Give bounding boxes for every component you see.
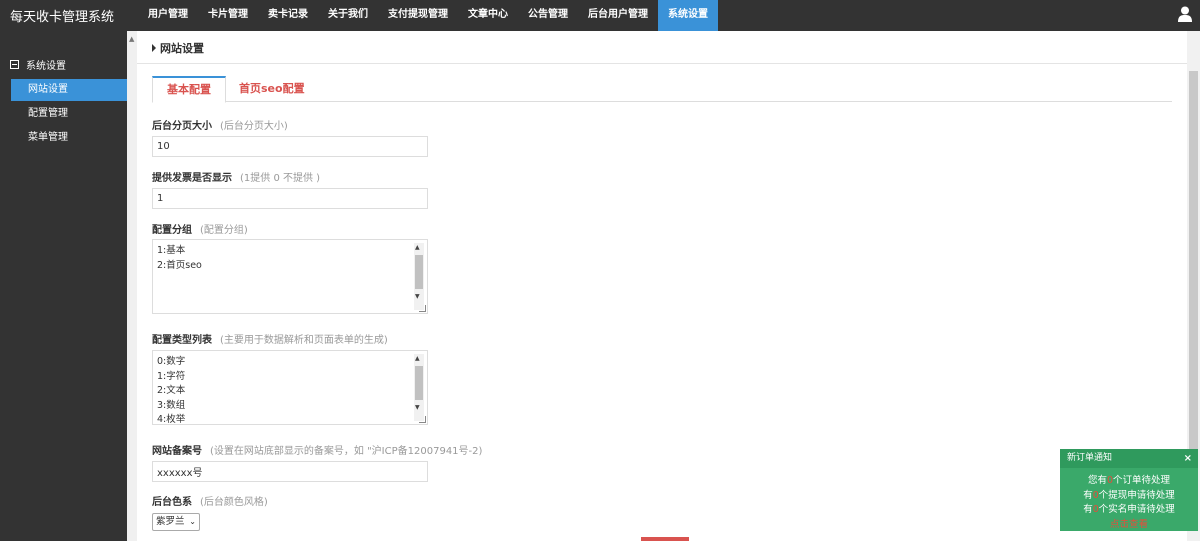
nav-item-articles[interactable]: 文章中心 [458,0,518,31]
nav-item-about[interactable]: 关于我们 [318,0,378,31]
view-link[interactable]: 点击查看 [1060,518,1198,533]
scroll-up-icon[interactable]: ▲ [415,244,420,251]
notification-body: 您有0个订单待处理 有0个提现申请待处理 有0个实名申请待处理 点击查看 [1060,468,1198,532]
nav-item-admin-users[interactable]: 后台用户管理 [578,0,658,31]
label-hint: (配置分组) [200,225,248,236]
order-notification: 新订单通知 × 您有0个订单待处理 有0个提现申请待处理 有0个实名申请待处理 … [1060,449,1198,531]
tab-seo-config[interactable]: 首页seo配置 [225,76,319,103]
field-label-theme: 后台色系 (后台颜色风格) [152,493,268,508]
scroll-thumb[interactable] [1189,71,1198,481]
config-types-textarea[interactable]: 0:数字 1:字符 2:文本 3:数组 4:枚举 ▲ ▼ [152,350,428,425]
scroll-thumb[interactable] [415,366,423,400]
notification-header: 新订单通知 × [1060,449,1198,468]
frame-scrollbar[interactable]: ▲ [127,31,137,541]
label-hint: (设置在网站底部显示的备案号，如 "沪ICP备12007941号-2) [210,446,483,457]
app-title[interactable]: 每天收卡管理系统 [10,6,114,25]
sidebar-group-settings[interactable]: 系统设置 [10,57,66,72]
icp-input[interactable] [152,461,428,482]
textarea-scrollbar[interactable]: ▲ ▼ [414,354,424,421]
collapse-icon [10,60,19,69]
line-prefix: 有 [1083,489,1093,501]
field-label-page-size: 后台分页大小 (后台分页大小) [152,117,288,132]
close-icon[interactable]: × [1184,449,1192,468]
chevron-down-icon: ⌄ [189,517,196,526]
textarea-line: 2:文本 [157,385,186,396]
theme-select[interactable]: 紫罗兰 ⌄ [152,513,200,531]
line-prefix: 有 [1083,504,1093,515]
textarea-line: 4:枚举 [157,414,186,425]
sidebar-item-config-manage[interactable]: 配置管理 [11,103,127,125]
scroll-up-icon[interactable]: ▲ [415,355,420,362]
label-hint: (后台颜色风格) [200,497,268,508]
nav-item-notices[interactable]: 公告管理 [518,0,578,31]
divider [137,63,1187,64]
nav-item-payments[interactable]: 支付提现管理 [378,0,458,31]
label-hint: (后台分页大小) [220,121,288,132]
label-text: 配置分组 [152,225,192,236]
line-prefix: 您有 [1087,475,1107,486]
label-hint: (1提供 0 不提供 ) [240,173,321,184]
sidebar-group-label: 系统设置 [26,61,66,72]
label-text: 后台分页大小 [152,121,212,132]
label-hint: (主要用于数据解析和页面表单的生成) [220,335,388,346]
scroll-down-icon[interactable]: ▼ [415,404,420,411]
textarea-line: 0:数字 [157,356,186,367]
label-text: 后台色系 [152,497,192,508]
user-icon[interactable] [1178,6,1192,22]
field-label-config-types: 配置类型列表 (主要用于数据解析和页面表单的生成) [152,331,388,346]
tab-bar: 基本配置 首页seo配置 [152,76,1172,103]
nav-item-cards[interactable]: 卡片管理 [198,0,258,31]
top-navbar: 每天收卡管理系统 用户管理 卡片管理 卖卡记录 关于我们 支付提现管理 文章中心… [0,0,1200,31]
nav-item-users[interactable]: 用户管理 [138,0,198,31]
sidebar: 系统设置 网站设置 配置管理 菜单管理 [0,31,127,541]
resize-grip-icon[interactable] [419,305,426,312]
textarea-line: 1:字符 [157,370,186,382]
page-size-input[interactable] [152,136,428,157]
field-label-icp: 网站备案号 (设置在网站底部显示的备案号，如 "沪ICP备12007941号-2) [152,442,482,457]
page-title-text: 网站设置 [160,42,204,55]
bottom-button-edge[interactable] [641,537,689,541]
nav-item-settings[interactable]: 系统设置 [658,0,718,31]
textarea-line: 3:数组 [157,399,186,411]
notification-title: 新订单通知 [1067,453,1113,463]
textarea-line: 2:首页seo [157,259,202,271]
field-label-config-group: 配置分组 (配置分组) [152,221,248,236]
sidebar-item-site-settings[interactable]: 网站设置 [11,79,127,101]
caret-right-icon [152,44,156,52]
line-suffix: 个实名申请待处理 [1098,504,1175,515]
sidebar-item-menu-manage[interactable]: 菜单管理 [11,127,127,149]
line-suffix: 个提现申请待处理 [1098,489,1175,501]
scroll-thumb[interactable] [415,255,423,289]
page-title: 网站设置 [152,40,204,56]
scroll-up-icon[interactable]: ▲ [129,35,134,43]
resize-grip-icon[interactable] [419,416,426,423]
label-text: 配置类型列表 [152,335,212,346]
invoice-input[interactable] [152,188,428,209]
nav-item-sales[interactable]: 卖卡记录 [258,0,318,31]
line-suffix: 个订单待处理 [1113,475,1171,486]
notification-line: 有0个提现申请待处理 [1060,489,1198,504]
label-text: 提供发票是否显示 [152,173,232,184]
textarea-line: 1:基本 [157,245,186,256]
notification-line: 您有0个订单待处理 [1060,474,1198,489]
tab-basic-config[interactable]: 基本配置 [152,76,226,103]
label-text: 网站备案号 [152,446,202,457]
main-nav: 用户管理 卡片管理 卖卡记录 关于我们 支付提现管理 文章中心 公告管理 后台用… [138,0,718,31]
field-label-invoice: 提供发票是否显示 (1提供 0 不提供 ) [152,169,320,184]
notification-line: 有0个实名申请待处理 [1060,503,1198,518]
select-value: 紫罗兰 [156,516,185,527]
scroll-down-icon[interactable]: ▼ [415,293,420,300]
textarea-scrollbar[interactable]: ▲ ▼ [414,243,424,310]
config-group-textarea[interactable]: 1:基本 2:首页seo ▲ ▼ [152,239,428,314]
main-content: 网站设置 基本配置 首页seo配置 后台分页大小 (后台分页大小) 提供发票是否显… [137,31,1187,541]
